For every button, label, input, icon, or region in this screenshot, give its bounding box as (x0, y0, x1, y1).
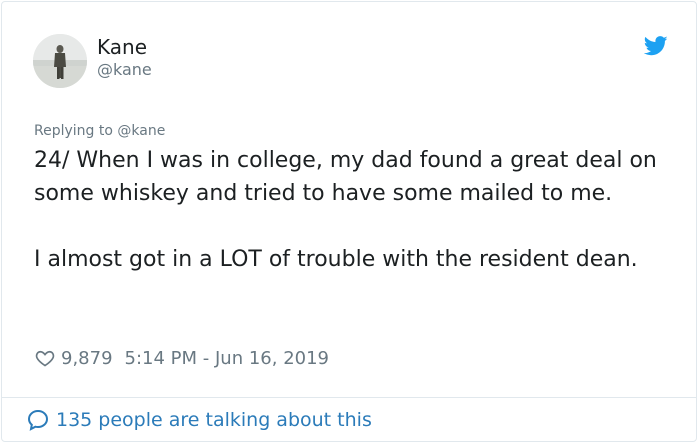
divider (2, 397, 696, 398)
tweet-meta: 9,879 5:14 PM - Jun 16, 2019 (35, 346, 329, 370)
replying-to[interactable]: Replying to @kane (34, 122, 165, 140)
author-name[interactable]: Kane (97, 35, 147, 59)
avatar[interactable] (33, 34, 87, 88)
speech-bubble-icon (27, 409, 49, 431)
tweet-paragraph: I almost got in a LOT of trouble with th… (34, 247, 638, 272)
avatar-photo (33, 34, 87, 88)
heart-icon[interactable] (35, 348, 55, 368)
like-count[interactable]: 9,879 (61, 348, 113, 369)
author-handle[interactable]: @kane (97, 60, 152, 80)
tweet-timestamp[interactable]: 5:14 PM - Jun 16, 2019 (125, 348, 329, 369)
twitter-bird-icon[interactable] (644, 35, 668, 57)
conversation-link[interactable]: 135 people are talking about this (26, 408, 372, 432)
tweet-text: 24/ When I was in college, my dad found … (34, 144, 664, 276)
conversation-label[interactable]: 135 people are talking about this (56, 409, 372, 431)
tweet-paragraph: 24/ When I was in college, my dad found … (34, 148, 657, 206)
tweet-card: Kane @kane Replying to @kane 24/ When I … (1, 1, 697, 442)
